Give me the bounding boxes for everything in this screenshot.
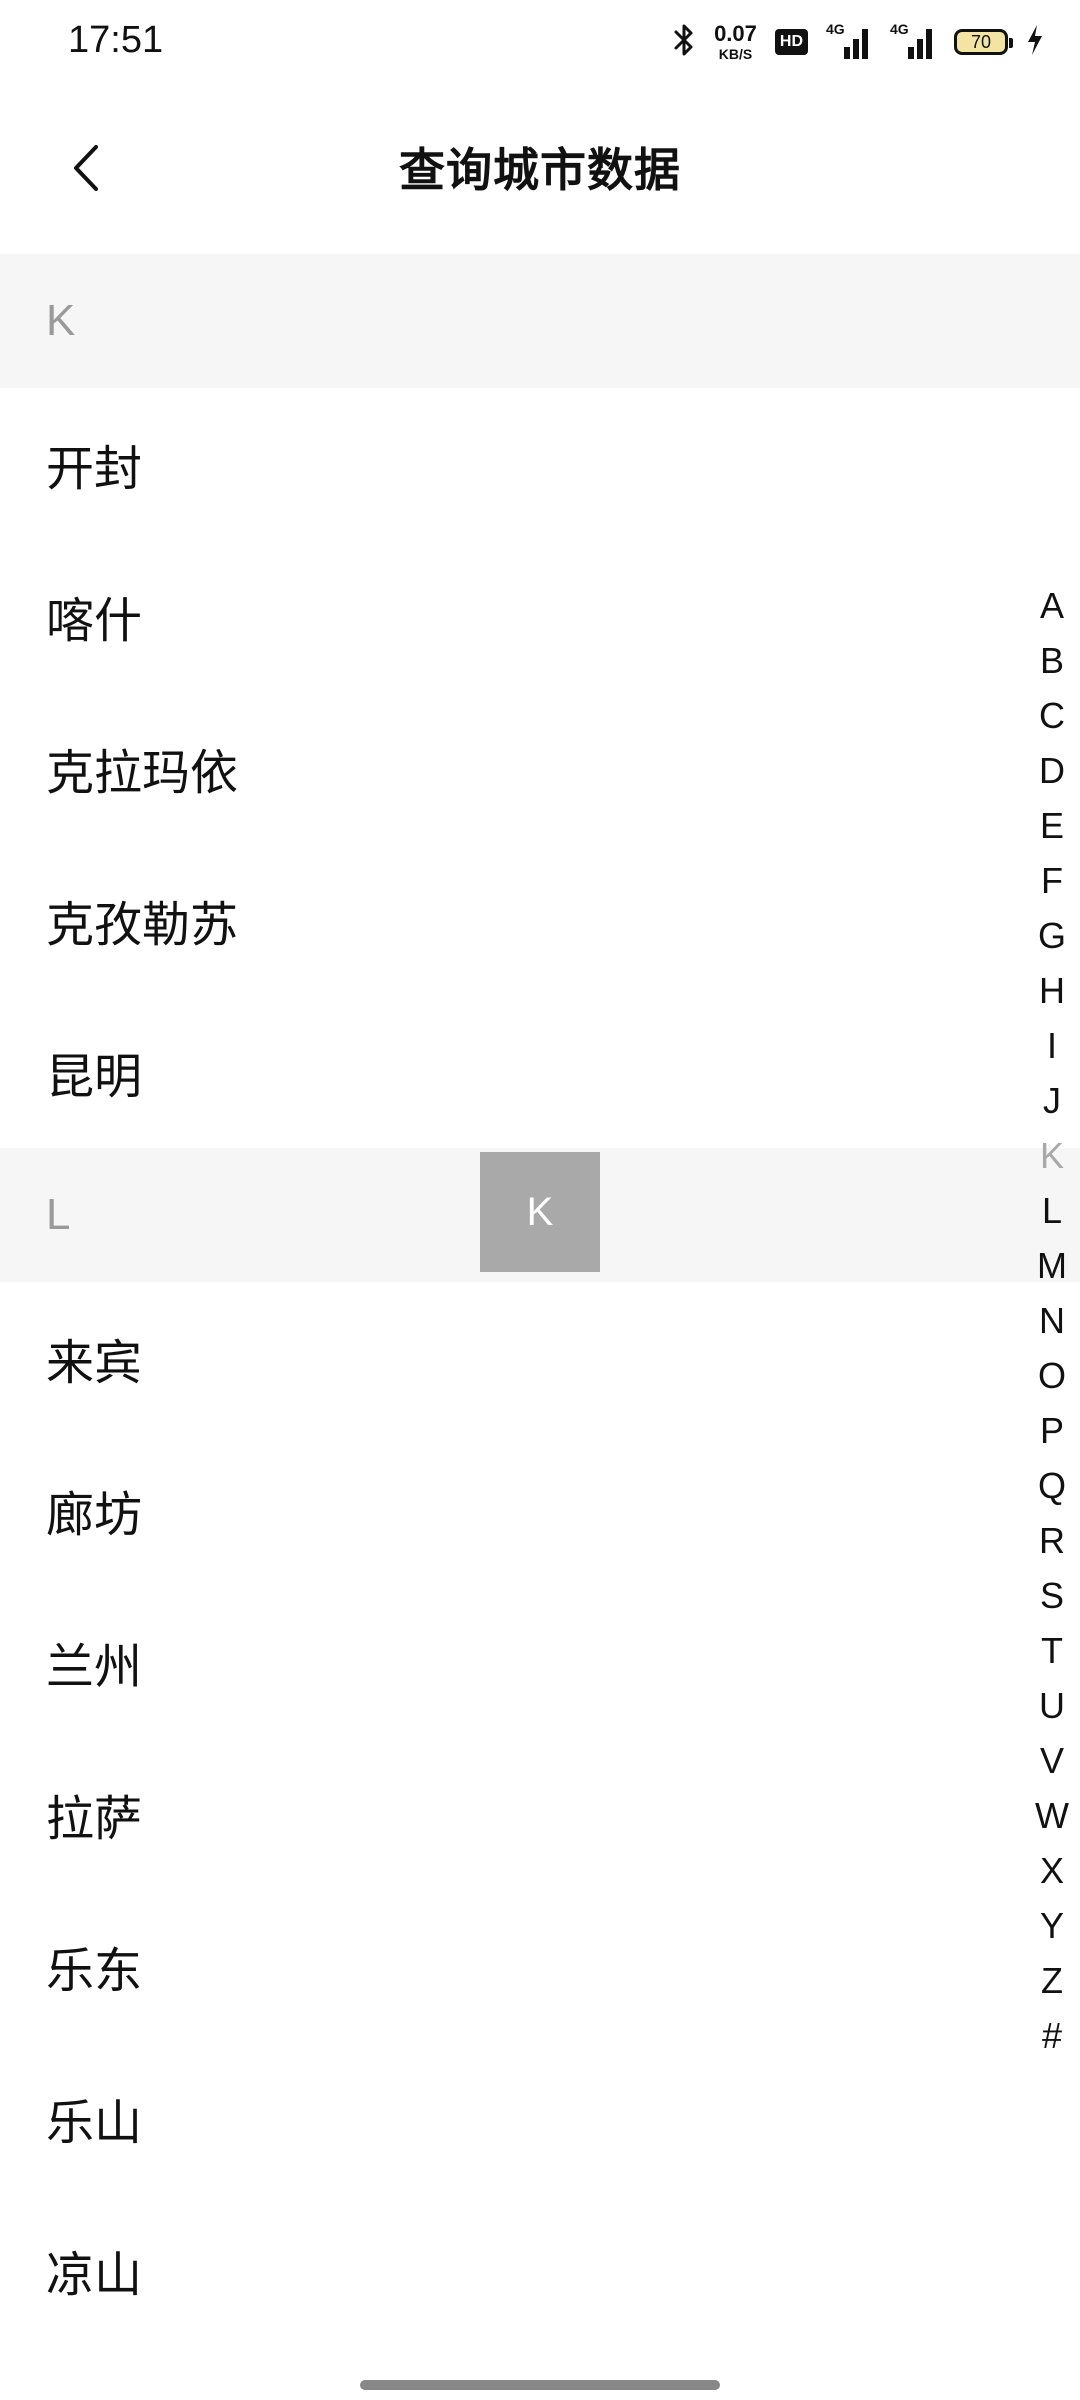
- index-letter-b[interactable]: B: [1030, 633, 1074, 688]
- index-letter-c[interactable]: C: [1030, 688, 1074, 743]
- city-item[interactable]: 克孜勒苏: [0, 844, 1080, 996]
- status-icons: 0.07 KB/S HD 4G 4G 70: [672, 18, 1044, 66]
- index-letter-o[interactable]: O: [1030, 1348, 1074, 1403]
- index-letter-h[interactable]: H: [1030, 963, 1074, 1018]
- city-item[interactable]: 喀什: [0, 540, 1080, 692]
- network-speed-value: 0.07: [714, 21, 757, 46]
- index-letter-e[interactable]: E: [1030, 798, 1074, 853]
- signal-label: 4G: [826, 21, 845, 37]
- page-title: 查询城市数据: [399, 143, 681, 197]
- index-letter-r[interactable]: R: [1030, 1513, 1074, 1568]
- index-letter-hash[interactable]: #: [1030, 2008, 1074, 2063]
- alphabet-index-bar[interactable]: A B C D E F G H I J K L M N O P Q R S T …: [1030, 578, 1074, 2063]
- signal-label: 4G: [890, 21, 909, 37]
- city-item[interactable]: 乐山: [0, 2042, 1080, 2194]
- index-letter-g[interactable]: G: [1030, 908, 1074, 963]
- index-letter-n[interactable]: N: [1030, 1293, 1074, 1348]
- signal-icon: 4G: [890, 21, 936, 59]
- selected-letter-overlay: K: [480, 1152, 600, 1272]
- city-item[interactable]: 克拉玛依: [0, 692, 1080, 844]
- index-letter-m[interactable]: M: [1030, 1238, 1074, 1293]
- index-letter-q[interactable]: Q: [1030, 1458, 1074, 1513]
- status-bar: 17:51 0.07 KB/S HD 4G 4G 70: [0, 0, 1080, 84]
- index-letter-x[interactable]: X: [1030, 1843, 1074, 1898]
- index-letter-l[interactable]: L: [1030, 1183, 1074, 1238]
- network-speed: 0.07 KB/S: [714, 21, 757, 62]
- index-letter-d[interactable]: D: [1030, 743, 1074, 798]
- index-letter-k[interactable]: K: [1030, 1128, 1074, 1183]
- status-time: 17:51: [68, 19, 164, 61]
- index-letter-s[interactable]: S: [1030, 1568, 1074, 1623]
- network-speed-unit: KB/S: [718, 46, 753, 62]
- hd-icon: HD: [774, 29, 808, 55]
- city-item[interactable]: 开封: [0, 388, 1080, 540]
- home-indicator[interactable]: [360, 2380, 720, 2390]
- section-header-k: K: [0, 254, 1080, 388]
- index-letter-p[interactable]: P: [1030, 1403, 1074, 1458]
- city-item[interactable]: 廊坊: [0, 1434, 1080, 1586]
- city-item[interactable]: 拉萨: [0, 1738, 1080, 1890]
- signal-icon: 4G: [826, 21, 872, 59]
- index-letter-y[interactable]: Y: [1030, 1898, 1074, 1953]
- index-letter-a[interactable]: A: [1030, 578, 1074, 633]
- index-letter-f[interactable]: F: [1030, 853, 1074, 908]
- city-item[interactable]: 来宾: [0, 1282, 1080, 1434]
- index-letter-w[interactable]: W: [1030, 1788, 1074, 1843]
- index-letter-i[interactable]: I: [1030, 1018, 1074, 1073]
- battery-level: 70: [970, 31, 992, 52]
- header: 查询城市数据: [0, 84, 1080, 254]
- index-letter-t[interactable]: T: [1030, 1623, 1074, 1678]
- bluetooth-icon: [672, 23, 696, 61]
- index-letter-u[interactable]: U: [1030, 1678, 1074, 1733]
- city-item[interactable]: 昆明: [0, 996, 1080, 1148]
- city-list[interactable]: K 开封 喀什 克拉玛依 克孜勒苏 昆明 L 来宾 廊坊 兰州 拉萨 乐东 乐山…: [0, 254, 1080, 2346]
- battery-icon: 70: [954, 29, 1013, 55]
- city-item[interactable]: 乐东: [0, 1890, 1080, 2042]
- city-item[interactable]: 凉山: [0, 2194, 1080, 2346]
- index-letter-j[interactable]: J: [1030, 1073, 1074, 1128]
- index-letter-v[interactable]: V: [1030, 1733, 1074, 1788]
- index-letter-z[interactable]: Z: [1030, 1953, 1074, 2008]
- charging-icon: [1026, 24, 1044, 60]
- city-item[interactable]: 兰州: [0, 1586, 1080, 1738]
